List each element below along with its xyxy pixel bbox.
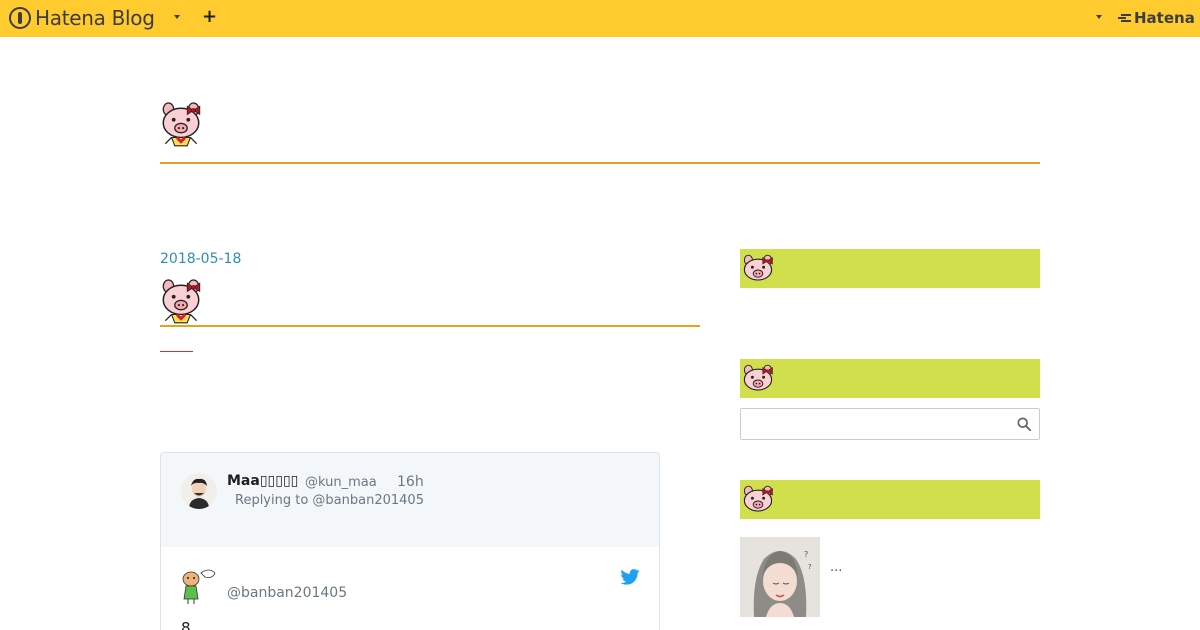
sidebar-module-header-1 — [740, 249, 1040, 288]
add-entry-button[interactable]: + — [202, 7, 217, 27]
tweet-text: 8 — [181, 619, 191, 630]
tweet-author-name[interactable]: Maa▯▯▯▯▯ — [227, 473, 298, 489]
header-divider — [160, 162, 1040, 164]
svg-text:?: ? — [808, 563, 812, 571]
tweet-time[interactable]: 16h — [397, 474, 424, 490]
hatena-menu[interactable]: Hatena — [1118, 9, 1195, 27]
sidebar-module-header-3 — [740, 480, 1040, 519]
search-input[interactable] — [740, 408, 1040, 440]
avatar[interactable] — [179, 565, 219, 605]
sidebar-module-header-search — [740, 359, 1040, 398]
chevron-down-icon[interactable] — [1096, 15, 1102, 19]
entry-title-divider — [160, 325, 700, 327]
hatena-logo-icon — [1118, 12, 1132, 24]
entry-date[interactable]: 2018-05-18 — [160, 251, 241, 267]
hatena-blog-logo[interactable]: Hatena Blog — [9, 6, 155, 30]
svg-text:?: ? — [804, 550, 808, 559]
pig-icon — [742, 485, 774, 513]
entry-title-pig-icon[interactable] — [160, 279, 202, 327]
tweet-author-handle[interactable]: @kun_maa — [305, 475, 377, 490]
sidebar-thumbnail-image[interactable]: ? ? — [740, 537, 820, 617]
category-underline — [160, 351, 193, 352]
hatena-blog-logo-icon — [9, 7, 31, 29]
hatena-brand-label: Hatena — [1134, 9, 1195, 27]
avatar[interactable] — [181, 473, 217, 509]
chevron-down-icon[interactable] — [174, 15, 180, 19]
pig-icon — [742, 364, 774, 392]
logo-text: Hatena Blog — [35, 6, 155, 30]
global-header: Hatena Blog + Hatena — [0, 0, 1200, 37]
tweet-reply-handle[interactable]: @banban201405 — [227, 585, 347, 601]
sidebar-entry-text[interactable]: ... — [830, 560, 842, 575]
pig-icon — [742, 254, 774, 282]
twitter-bird-icon[interactable] — [620, 569, 640, 585]
search-icon[interactable] — [1017, 417, 1031, 431]
blog-title-pig-icon[interactable] — [160, 102, 202, 150]
tweet-replying-to[interactable]: Replying to @banban201405 — [235, 493, 424, 508]
embedded-tweet[interactable]: Maa▯▯▯▯▯ @kun_maa 16h Replying to @banba… — [160, 452, 660, 630]
